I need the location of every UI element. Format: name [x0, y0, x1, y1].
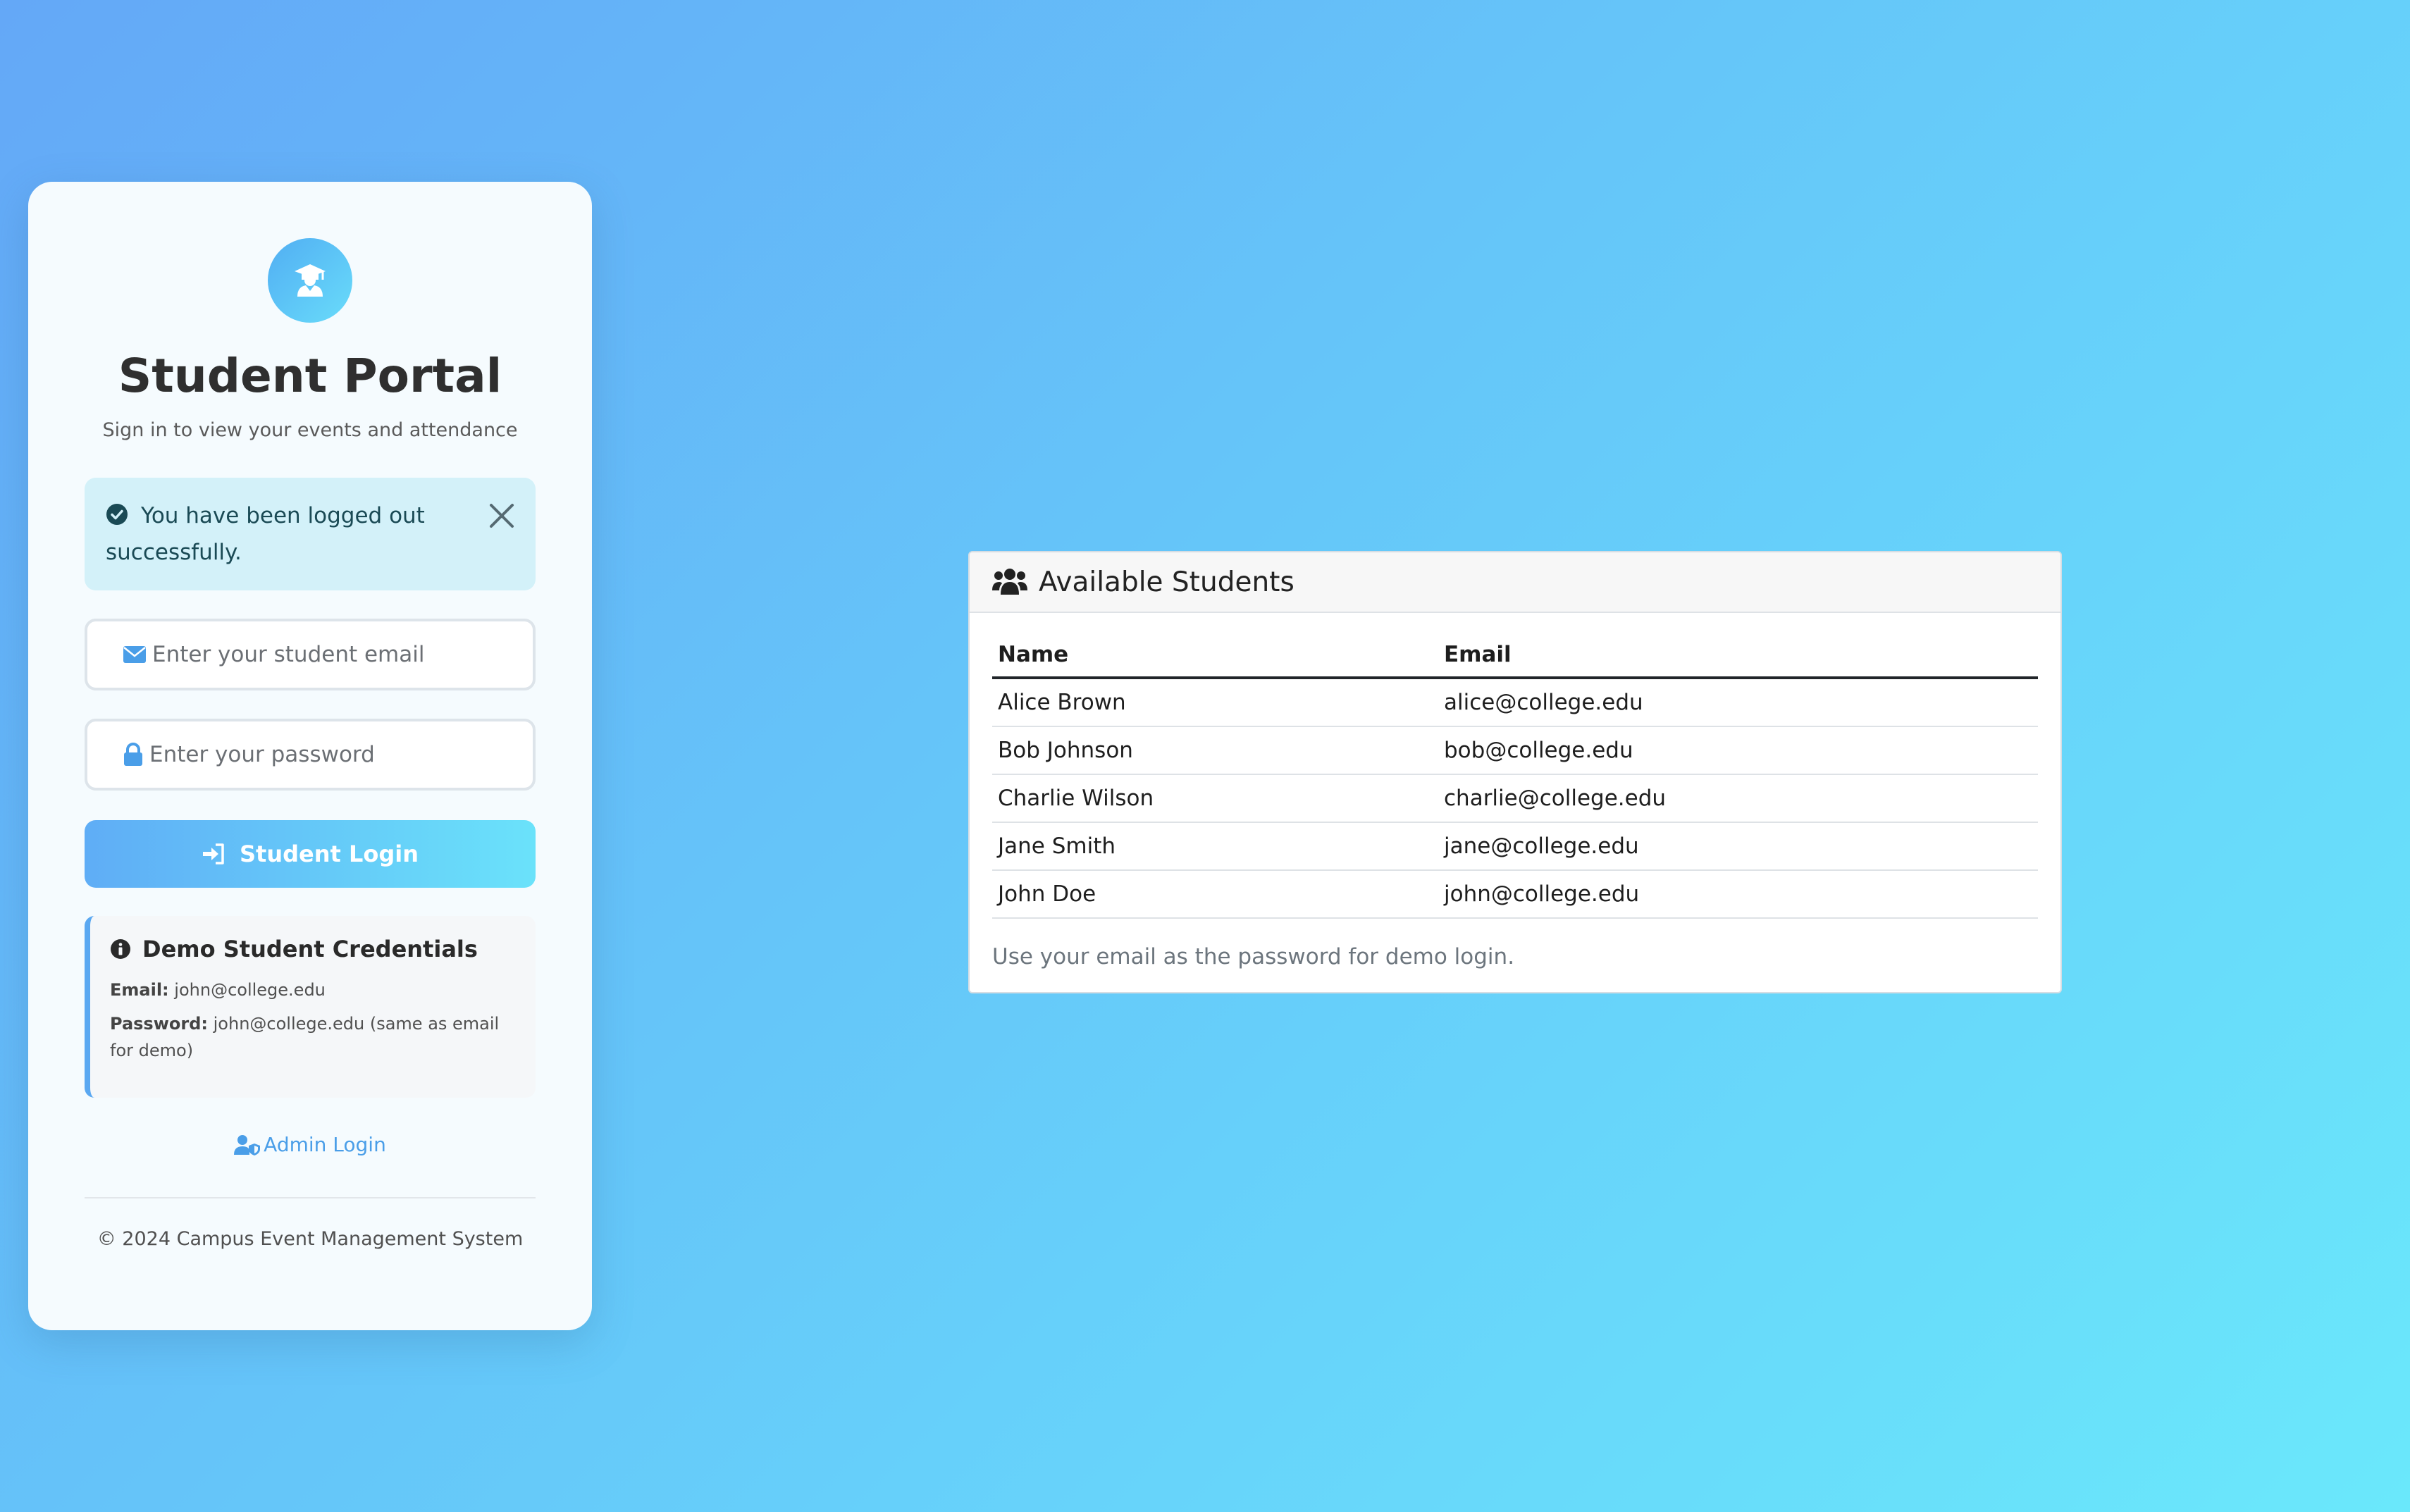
demo-email-value: john@college.edu	[174, 980, 326, 1000]
student-login-label: Student Login	[240, 841, 419, 868]
panel-header: Available Students	[970, 552, 2060, 613]
page-title: Student Portal	[118, 349, 502, 403]
lock-icon	[123, 743, 144, 767]
email-field[interactable]	[85, 619, 536, 691]
panel-title: Available Students	[1039, 566, 1294, 598]
close-icon[interactable]	[488, 502, 516, 530]
users-icon	[992, 569, 1027, 595]
demo-password-label: Password:	[110, 1014, 208, 1034]
student-email: jane@college.edu	[1438, 822, 2038, 871]
alert-message: You have been logged out successfully.	[106, 503, 425, 566]
table-header-row: Name Email	[992, 633, 2038, 679]
page-subtitle: Sign in to view your events and attendan…	[102, 419, 518, 442]
student-name: Charlie Wilson	[992, 774, 1438, 823]
table-row: Charlie Wilson charlie@college.edu	[992, 774, 2038, 823]
login-card: Student Portal Sign in to view your even…	[28, 182, 592, 1330]
student-name: John Doe	[992, 870, 1438, 919]
demo-title-text: Demo Student Credentials	[142, 936, 478, 963]
student-email: john@college.edu	[1438, 870, 2038, 919]
logout-alert: You have been logged out successfully.	[85, 478, 536, 591]
demo-email-line: Email: john@college.edu	[110, 977, 516, 1003]
students-table: Name Email Alice Brown alice@college.edu…	[992, 633, 2038, 919]
email-input[interactable]	[151, 641, 520, 669]
column-header-name: Name	[992, 633, 1438, 679]
student-name: Alice Brown	[992, 678, 1438, 727]
info-circle-icon	[111, 939, 130, 960]
column-header-email: Email	[1438, 633, 2038, 679]
available-students-panel: Available Students Name Email Alice Brow…	[968, 551, 2062, 993]
table-row: Jane Smith jane@college.edu	[992, 822, 2038, 871]
table-row: Bob Johnson bob@college.edu	[992, 726, 2038, 775]
student-email: bob@college.edu	[1438, 726, 2038, 775]
demo-note: Use your email as the password for demo …	[992, 944, 1515, 969]
demo-password-line: Password: john@college.edu (same as emai…	[110, 1010, 516, 1064]
password-input[interactable]	[148, 741, 517, 769]
student-name: Jane Smith	[992, 822, 1438, 871]
check-circle-icon	[106, 502, 128, 535]
table-row: John Doe john@college.edu	[992, 870, 2038, 919]
demo-credentials-title: Demo Student Credentials	[110, 936, 516, 962]
user-shield-icon	[234, 1134, 261, 1155]
student-email: charlie@college.edu	[1438, 774, 2038, 823]
envelope-icon	[123, 645, 147, 664]
admin-login-label: Admin Login	[264, 1133, 386, 1157]
admin-login-link[interactable]: Admin Login	[85, 1133, 536, 1156]
password-field[interactable]	[85, 719, 536, 791]
table-row: Alice Brown alice@college.edu	[992, 678, 2038, 727]
panel-body: Name Email Alice Brown alice@college.edu…	[970, 613, 2060, 969]
footer-text: © 2024 Campus Event Management System	[97, 1228, 524, 1251]
graduate-icon	[295, 264, 326, 297]
divider	[85, 1197, 536, 1199]
student-login-button[interactable]: Student Login	[85, 820, 536, 888]
demo-email-label: Email:	[110, 980, 169, 1000]
student-email: alice@college.edu	[1438, 678, 2038, 727]
portal-logo	[268, 238, 352, 323]
student-name: Bob Johnson	[992, 726, 1438, 775]
sign-in-icon	[203, 843, 224, 865]
demo-credentials-box: Demo Student Credentials Email: john@col…	[85, 916, 536, 1098]
